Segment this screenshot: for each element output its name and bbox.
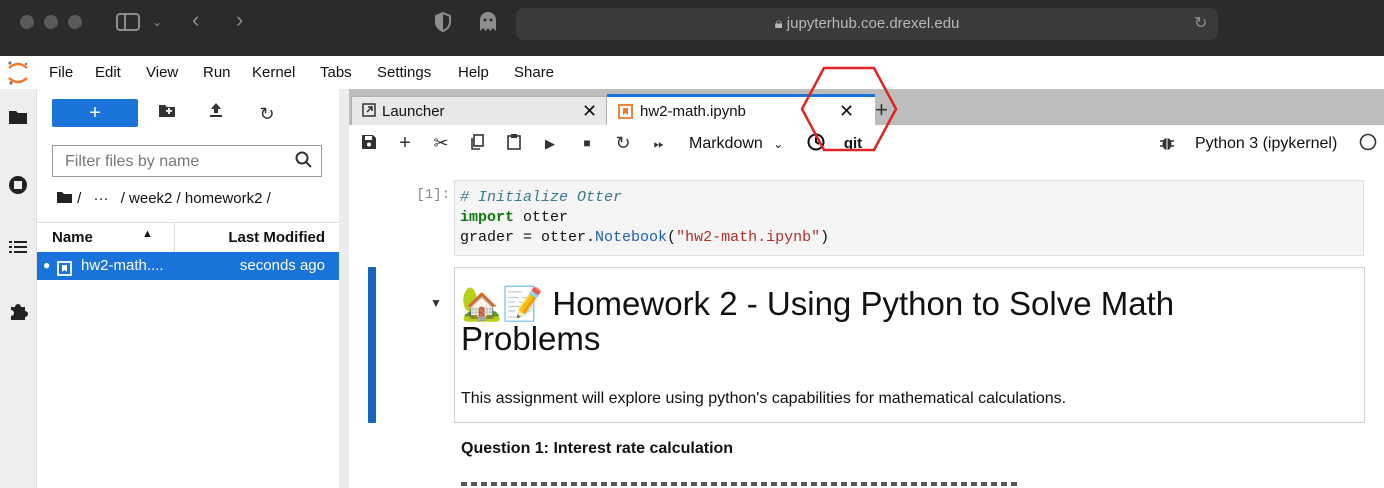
- code-cell[interactable]: # Initialize Otter import otter grader =…: [454, 180, 1364, 256]
- notebook-tab-icon: [618, 98, 633, 127]
- zoom-window-button[interactable]: [68, 15, 82, 29]
- table-of-contents-icon[interactable]: [0, 239, 36, 260]
- cell-type-select[interactable]: Markdown ⌄: [689, 125, 789, 162]
- close-tab-icon[interactable]: ✕: [582, 97, 597, 126]
- close-window-button[interactable]: [20, 15, 34, 29]
- interrupt-kernel-icon[interactable]: ■: [577, 125, 597, 162]
- sidebar-toggle-icon[interactable]: [116, 12, 140, 36]
- running-sessions-icon[interactable]: [0, 175, 36, 200]
- annotation-hexagon: [800, 66, 898, 152]
- folder-icon[interactable]: [0, 109, 36, 130]
- browser-chrome: ⌄ ‹ › 🔒︎ jupyterhub.coe.drexel.edu ↻: [0, 0, 1384, 56]
- refresh-icon[interactable]: ↻: [254, 101, 280, 127]
- menu-help[interactable]: Help: [458, 56, 489, 89]
- home-folder-icon[interactable]: [56, 190, 73, 207]
- column-modified-header[interactable]: Last Modified: [228, 229, 325, 246]
- code-string: "hw2-math.ipynb": [676, 229, 821, 246]
- debugger-bug-icon[interactable]: [1157, 125, 1177, 162]
- code-text: grader = otter.: [460, 229, 596, 246]
- forward-icon[interactable]: ›: [236, 9, 243, 31]
- menu-view[interactable]: View: [146, 56, 178, 89]
- file-row[interactable]: ● hw2-math.... seconds ago: [37, 252, 339, 280]
- menu-bar: File Edit View Run Kernel Tabs Settings …: [0, 56, 1384, 89]
- chevron-down-icon[interactable]: ⌄: [152, 12, 162, 32]
- search-icon: [295, 151, 313, 174]
- launcher-icon: [362, 97, 376, 126]
- shield-icon[interactable]: [434, 11, 452, 36]
- kernel-name[interactable]: Python 3 (ipykernel): [1195, 125, 1355, 162]
- heading-text: Homework 2 - Using Python to Solve Math …: [461, 285, 1175, 357]
- restart-run-all-icon[interactable]: ⏩︎: [649, 125, 669, 162]
- url-text: 🔒︎ jupyterhub.coe.drexel.edu: [774, 15, 960, 32]
- menu-edit[interactable]: Edit: [95, 56, 121, 89]
- cell-type-value: Markdown: [689, 135, 763, 152]
- save-icon[interactable]: [359, 125, 379, 162]
- tab-label: Launcher: [382, 103, 445, 120]
- file-list-header: Name ▲ Last Modified: [37, 222, 339, 253]
- restart-kernel-icon[interactable]: ↻: [613, 125, 633, 162]
- jupyter-logo-icon: [6, 60, 30, 91]
- cut-icon[interactable]: ✂: [431, 125, 451, 162]
- active-cell-indicator[interactable]: [368, 267, 376, 423]
- file-name: hw2-math....: [81, 257, 164, 274]
- running-dot-icon: ●: [43, 258, 51, 272]
- activity-bar: [0, 89, 37, 488]
- breadcrumb: / ··· / week2 / homework2 /: [56, 188, 271, 210]
- code-attribute: Notebook: [595, 229, 668, 246]
- upload-icon[interactable]: [203, 101, 229, 127]
- chevron-down-icon: ⌄: [773, 137, 784, 151]
- minimize-window-button[interactable]: [44, 15, 58, 29]
- sort-ascending-icon[interactable]: ▲: [142, 228, 153, 240]
- menu-run[interactable]: Run: [203, 56, 231, 89]
- cropped-paragraph-text: [461, 478, 1321, 488]
- tab-label: hw2-math.ipynb: [640, 103, 746, 120]
- house-memo-emoji-icon: 🏡📝: [461, 285, 544, 322]
- notebook-file-icon: [57, 258, 72, 286]
- tab-launcher[interactable]: Launcher ✕: [351, 96, 607, 126]
- filter-files-input[interactable]: [63, 147, 287, 177]
- column-name-header[interactable]: Name: [52, 229, 93, 246]
- back-icon[interactable]: ‹: [192, 9, 199, 31]
- menu-share[interactable]: Share: [514, 56, 554, 89]
- breadcrumb-ellipsis[interactable]: ···: [94, 190, 109, 207]
- input-prompt: [1]:: [416, 187, 450, 203]
- paste-icon[interactable]: [504, 125, 524, 162]
- collapse-heading-caret-icon[interactable]: ▼: [430, 296, 442, 310]
- file-modified: seconds ago: [239, 257, 325, 274]
- menu-file[interactable]: File: [49, 56, 73, 89]
- code-text: otter: [514, 209, 569, 226]
- code-text: (: [667, 229, 677, 246]
- lock-icon: 🔒︎: [774, 15, 783, 32]
- extensions-puzzle-icon[interactable]: [0, 301, 36, 326]
- new-launcher-button[interactable]: +: [52, 99, 138, 127]
- filter-files-field[interactable]: [52, 145, 322, 177]
- reload-icon[interactable]: ↻: [1194, 14, 1207, 34]
- address-bar[interactable]: 🔒︎ jupyterhub.coe.drexel.edu ↻: [516, 8, 1218, 40]
- code-keyword: import: [460, 209, 515, 226]
- insert-cell-icon[interactable]: +: [395, 125, 415, 162]
- menu-kernel[interactable]: Kernel: [252, 56, 295, 89]
- menu-tabs[interactable]: Tabs: [320, 56, 352, 89]
- run-cell-icon[interactable]: ▶: [540, 125, 560, 162]
- ghost-icon[interactable]: [478, 11, 498, 37]
- copy-icon[interactable]: [467, 125, 487, 162]
- question-heading: Question 1: Interest rate calculation: [461, 440, 734, 457]
- new-folder-icon[interactable]: [154, 101, 180, 127]
- code-text: ): [820, 229, 830, 246]
- panel-divider[interactable]: [339, 89, 349, 488]
- menu-settings[interactable]: Settings: [377, 56, 431, 89]
- breadcrumb-root[interactable]: /: [77, 190, 81, 207]
- kernel-status-idle-icon: [1357, 125, 1379, 162]
- breadcrumb-path[interactable]: / week2 / homework2 /: [121, 190, 271, 207]
- notebook-heading: 🏡📝 Homework 2 - Using Python to Solve Ma…: [461, 286, 1321, 356]
- code-comment: # Initialize Otter: [460, 189, 623, 206]
- intro-paragraph: This assignment will explore using pytho…: [461, 390, 1067, 407]
